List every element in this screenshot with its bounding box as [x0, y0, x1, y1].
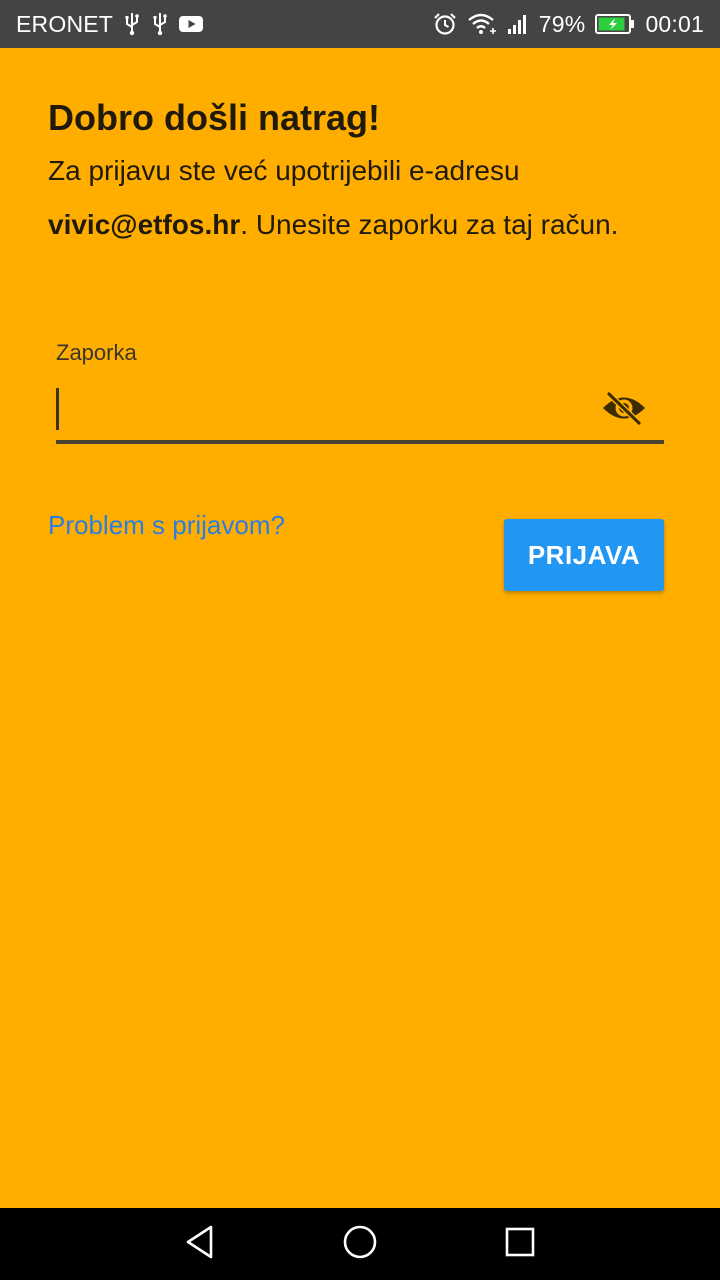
status-right: 79% 00:01: [433, 0, 704, 48]
welcome-message: Za prijavu ste već upotrijebili e-adresu…: [48, 144, 668, 252]
signal-icon: [507, 13, 529, 35]
password-field: Zaporka: [56, 340, 664, 446]
wifi-icon: [467, 12, 497, 36]
back-icon: [183, 1224, 217, 1265]
trouble-signing-in-link[interactable]: Problem s prijavom?: [48, 510, 285, 541]
password-label: Zaporka: [56, 340, 137, 365]
text-cursor: [56, 388, 59, 430]
recents-icon: [504, 1226, 536, 1263]
home-icon: [342, 1224, 378, 1265]
usb-icon: [151, 12, 169, 36]
login-button[interactable]: PRIJAVA: [504, 519, 664, 591]
welcome-text-after: . Unesite zaporku za taj račun.: [240, 209, 619, 240]
status-bar: ERONET 79% 00:01: [0, 0, 720, 48]
welcome-title: Dobro došli natrag!: [48, 97, 380, 138]
status-left: ERONET: [16, 0, 204, 48]
navigation-bar: [0, 1208, 720, 1280]
battery-charging-icon: [595, 13, 635, 35]
clock: 00:01: [645, 10, 704, 37]
alarm-icon: [433, 12, 457, 36]
welcome-text-before: Za prijavu ste već upotrijebili e-adresu: [48, 155, 520, 186]
back-button[interactable]: [160, 1208, 240, 1280]
welcome-section: Dobro došli natrag! Za prijavu ste već u…: [48, 92, 668, 252]
password-visibility-toggle[interactable]: [598, 388, 650, 432]
battery-percentage: 79%: [538, 10, 586, 37]
home-button[interactable]: [320, 1208, 400, 1280]
password-input[interactable]: [56, 386, 596, 434]
account-email: vivic@etfos.hr: [48, 209, 241, 240]
youtube-icon: [179, 15, 204, 33]
eye-off-icon: [601, 389, 647, 432]
password-underline: [56, 440, 664, 444]
usb-icon: [123, 12, 141, 36]
carrier-name: ERONET: [16, 10, 114, 37]
recents-button[interactable]: [480, 1208, 560, 1280]
